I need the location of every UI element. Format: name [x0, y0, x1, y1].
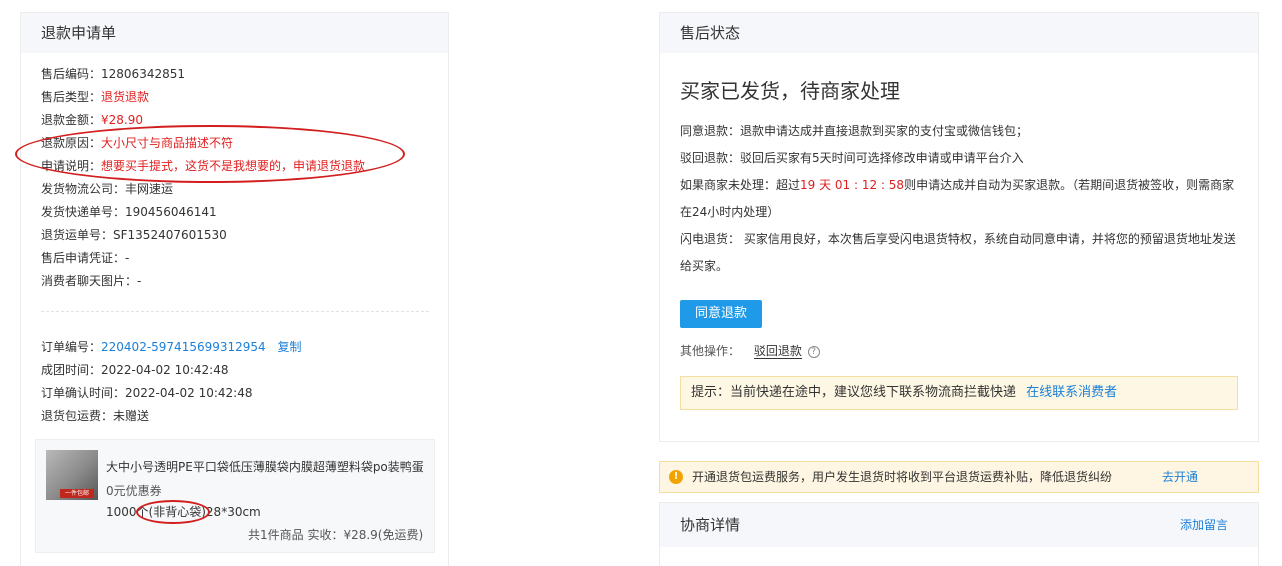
field-value: 退货退款 [101, 90, 150, 104]
field-refund-reason: 退款原因：大小尺寸与商品描述不符 [41, 134, 233, 152]
reject-explanation: 驳回退款：驳回后买家有5天时间可选择修改申请或申请平台介入 [680, 151, 1024, 165]
help-icon[interactable]: ? [807, 345, 820, 358]
countdown-timer: 19 天 01 : 12 : 58 [800, 178, 905, 192]
confirm-time-row: 订单确认时间：2022-04-02 10:42:48 [41, 384, 252, 402]
field-value: - [125, 251, 130, 265]
return-shipping-row: 退货包运费：未赠送 [41, 407, 149, 425]
timeout-explanation-line2: 在24小时内处理） [680, 205, 780, 219]
add-message-link[interactable]: 添加留言 [1180, 503, 1228, 547]
field-value: 2022-04-02 10:42:48 [101, 363, 229, 377]
return-shipping-banner: ! 开通退货包运费服务，用户发生退货时将收到平台退货运费补贴，降低退货纠纷 去开… [659, 461, 1259, 493]
field-label: 退款金额： [41, 113, 102, 127]
divider [41, 311, 429, 312]
status-headline: 买家已发货，待商家处理 [680, 79, 900, 103]
refund-form-title: 退款申请单 [21, 13, 448, 53]
field-value: 12806342851 [101, 67, 185, 81]
field-application-note: 申请说明：想要买手提式，这货不是我想要的，申请退货退款 [41, 157, 365, 175]
field-shipping-company: 发货物流公司：丰网速运 [41, 180, 173, 198]
negotiation-title: 协商详情 [680, 516, 741, 534]
after-sale-title: 售后状态 [660, 13, 1258, 53]
field-value: - [137, 274, 142, 288]
other-ops-label: 其他操作： [680, 344, 741, 358]
field-proof: 售后申请凭证：- [41, 249, 129, 267]
thumbnail-tag: 一件包邮 [60, 489, 94, 498]
spec-prefix: 1000个 [106, 505, 149, 519]
field-label: 售后申请凭证： [41, 251, 126, 265]
tip-text: 提示：当前快递在途中，建议您线下联系物流商拦截快递 [691, 385, 1017, 400]
copy-button[interactable]: 复制 [278, 340, 302, 354]
field-label: 退款原因： [41, 136, 102, 150]
field-refund-amount: 退款金额：¥28.90 [41, 111, 143, 129]
product-name[interactable]: 大中小号透明PE平口袋低压薄膜袋内膜超薄塑料袋po装鸭蛋 [106, 458, 424, 476]
field-value: 未赠送 [113, 409, 150, 423]
field-value: 想要买手提式，这货不是我想要的，申请退货退款 [101, 159, 366, 173]
timeout-prefix: 如果商家未处理：超过 [680, 178, 801, 192]
field-return-waybill: 退货运单号：SF1352407601530 [41, 226, 227, 244]
flash-return-line2: 给买家。 [680, 259, 729, 273]
after-sale-status-panel: 售后状态 买家已发货，待商家处理 同意退款：退款申请达成并直接退款到买家的支付宝… [659, 12, 1259, 442]
group-time-row: 成团时间：2022-04-02 10:42:48 [41, 361, 228, 379]
activate-link[interactable]: 去开通 [1162, 462, 1198, 492]
field-value: 大小尺寸与商品描述不符 [101, 136, 234, 150]
product-summary: 共1件商品 实收：¥28.9(免运费) [248, 528, 424, 542]
spec-suffix: 28*30cm [205, 505, 261, 519]
warning-icon: ! [669, 470, 683, 484]
reject-refund-link[interactable]: 驳回退款 [753, 344, 802, 359]
order-number-link[interactable]: 220402-597415699312954 [101, 340, 266, 354]
timeout-explanation: 如果商家未处理：超过19 天 01 : 12 : 58则申请达成并自动为买家退款… [680, 176, 1234, 194]
other-operations: 其他操作： 驳回退款 ? [680, 342, 820, 360]
field-label: 退货包运费： [41, 409, 114, 423]
spec-highlight: (非背心袋) [148, 505, 206, 519]
field-value: 2022-04-02 10:42:48 [125, 386, 253, 400]
field-label: 消费者聊天图片： [41, 274, 138, 288]
product-thumbnail[interactable]: 一件包邮 [46, 450, 98, 500]
agree-refund-button[interactable]: 同意退款 [680, 300, 762, 328]
product-card: 一件包邮 大中小号透明PE平口袋低压薄膜袋内膜超薄塑料袋po装鸭蛋 0元优惠券 … [35, 439, 435, 553]
field-value: 190456046141 [125, 205, 217, 219]
field-label: 退货运单号： [41, 228, 114, 242]
agree-explanation: 同意退款：退款申请达成并直接退款到买家的支付宝或微信钱包； [680, 124, 1029, 138]
field-label: 发货物流公司： [41, 182, 126, 196]
field-shipping-number: 发货快递单号：190456046141 [41, 203, 217, 221]
contact-consumer-link[interactable]: 在线联系消费者 [1026, 385, 1117, 400]
product-coupon: 0元优惠券 [106, 484, 162, 498]
field-value: 丰网速运 [125, 182, 174, 196]
field-label: 售后编码： [41, 67, 102, 81]
product-spec: 1000个(非背心袋)28*30cm [106, 503, 261, 521]
flash-return-line1: 闪电退货： 买家信用良好，本次售后享受闪电退货特权，系统自动同意申请，并将您的预… [680, 232, 1236, 246]
field-label: 申请说明： [41, 159, 102, 173]
field-value: ¥28.90 [101, 113, 144, 127]
field-label: 成团时间： [41, 363, 102, 377]
field-label: 订单编号： [41, 340, 102, 354]
timeout-suffix: 则申请达成并自动为买家退款。（若期间退货被签收，则需商家 [904, 178, 1235, 192]
field-value: SF1352407601530 [113, 228, 227, 242]
field-after-sale-code: 售后编码：12806342851 [41, 65, 185, 83]
refund-form-panel: 退款申请单 售后编码：12806342851 售后类型：退货退款 退款金额：¥2… [15, 12, 449, 566]
field-label: 发货快递单号： [41, 205, 126, 219]
banner-text: 开通退货包运费服务，用户发生退货时将收到平台退货运费补贴，降低退货纠纷 [692, 470, 1113, 484]
tip-box: 提示：当前快递在途中，建议您线下联系物流商拦截快递 在线联系消费者 [680, 376, 1238, 410]
field-chat-images: 消费者聊天图片：- [41, 272, 141, 290]
field-label: 订单确认时间： [41, 386, 126, 400]
negotiation-header: 协商详情 添加留言 [660, 503, 1258, 547]
order-number-row: 订单编号：220402-597415699312954 复制 [41, 338, 302, 356]
field-label: 售后类型： [41, 90, 102, 104]
field-after-sale-type: 售后类型：退货退款 [41, 88, 149, 106]
negotiation-panel: 协商详情 添加留言 [659, 502, 1259, 566]
